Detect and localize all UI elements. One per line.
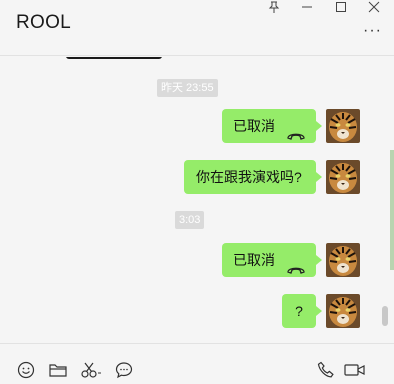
message-text: 你在跟我演戏吗? [196, 169, 302, 185]
chat-title: ROOL [16, 12, 72, 33]
message-list[interactable]: 昨天 23:55 已取消 你在跟我演戏吗? 3:03 已取消 ? [0, 57, 394, 343]
text-message-bubble[interactable]: 你在跟我演戏吗? [184, 160, 322, 194]
user-avatar[interactable] [326, 243, 360, 277]
input-toolbar [0, 343, 394, 384]
phone-hangup-icon [286, 120, 306, 140]
call-status-text: 已取消 [233, 118, 275, 134]
user-avatar[interactable] [326, 109, 360, 143]
chat-history-icon[interactable] [114, 360, 134, 380]
image-message-thumbnail[interactable] [66, 57, 162, 59]
close-icon[interactable] [365, 0, 383, 14]
folder-icon[interactable] [48, 360, 68, 380]
emoji-icon[interactable] [16, 360, 36, 380]
background-window-edge [390, 150, 394, 270]
call-cancelled-bubble[interactable]: 已取消 [222, 243, 322, 277]
call-status-text: 已取消 [233, 252, 275, 268]
chat-window: ROOL ··· 昨天 23:55 已取消 你在跟我演戏吗? 3:03 已取消 … [0, 0, 394, 384]
pin-icon[interactable] [265, 0, 283, 14]
timestamp-badge: 3:03 [175, 211, 205, 229]
more-options-icon[interactable]: ··· [363, 23, 382, 39]
chat-scrollbar[interactable] [382, 306, 388, 326]
maximize-icon[interactable] [332, 0, 350, 14]
call-cancelled-bubble[interactable]: 已取消 [222, 109, 322, 143]
user-avatar[interactable] [326, 160, 360, 194]
text-message-bubble[interactable]: ? [282, 294, 322, 328]
phone-hangup-icon [286, 254, 306, 274]
scissors-icon[interactable] [80, 360, 104, 380]
minimize-icon[interactable] [298, 0, 316, 14]
voice-call-icon[interactable] [316, 360, 336, 380]
chat-header: ROOL ··· [0, 0, 394, 56]
timestamp-badge: 昨天 23:55 [157, 79, 218, 97]
message-text: ? [295, 303, 303, 319]
user-avatar[interactable] [326, 294, 360, 328]
video-call-icon[interactable] [343, 360, 367, 380]
